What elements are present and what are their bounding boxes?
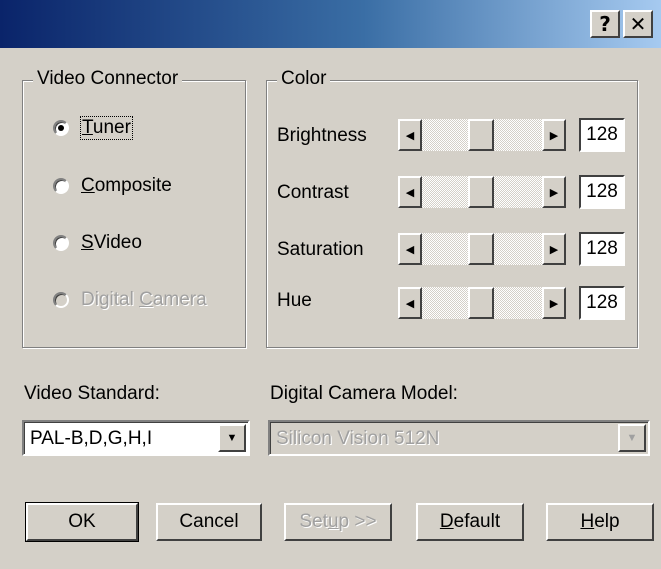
brightness-value[interactable]: 128 (579, 118, 625, 152)
chevron-down-icon: ▼ (626, 432, 638, 444)
contrast-slider[interactable]: ◀ ▶ (398, 176, 566, 208)
scroll-right-button[interactable]: ▶ (542, 176, 566, 208)
color-legend: Color (277, 68, 331, 90)
scroll-left-button[interactable]: ◀ (398, 119, 422, 151)
slider-thumb[interactable] (468, 176, 494, 208)
cancel-button[interactable]: Cancel (156, 503, 262, 541)
camera-model-value: Silicon Vision 512N (276, 428, 440, 449)
video-connector-group: Video Connector Tuner Composite SVideo D… (22, 68, 246, 348)
video-connector-legend: Video Connector (33, 68, 183, 90)
close-title-button[interactable]: ✕ (623, 10, 653, 38)
contrast-label: Contrast (277, 182, 349, 203)
slider-thumb[interactable] (468, 233, 494, 265)
ok-label: OK (68, 511, 96, 532)
ok-button[interactable]: OK (25, 502, 139, 542)
dropdown-button[interactable]: ▼ (218, 424, 246, 452)
radio-button-icon[interactable] (53, 178, 69, 194)
triangle-right-icon: ▶ (549, 297, 559, 310)
triangle-right-icon: ▶ (549, 129, 559, 142)
question-icon: ? (599, 12, 611, 36)
radio-tuner-label: Tuner (80, 116, 133, 140)
default-button[interactable]: Default (416, 503, 524, 541)
radio-svideo-label: SVideo (81, 232, 142, 253)
scroll-left-button[interactable]: ◀ (398, 176, 422, 208)
scroll-right-button[interactable]: ▶ (542, 233, 566, 265)
close-icon: ✕ (629, 12, 647, 36)
radio-tuner[interactable]: Tuner (53, 116, 133, 140)
radio-button-icon[interactable] (53, 120, 69, 136)
help-button[interactable]: Help (546, 503, 654, 541)
chevron-down-icon: ▼ (226, 432, 238, 444)
scroll-right-button[interactable]: ▶ (542, 287, 566, 319)
triangle-left-icon: ◀ (405, 186, 415, 199)
slider-thumb[interactable] (468, 287, 494, 319)
radio-digital-camera-label: Digital Camera (81, 289, 207, 310)
brightness-label: Brightness (277, 125, 367, 146)
radio-button-icon (53, 292, 69, 308)
radio-digital-camera: Digital Camera (53, 289, 207, 311)
radio-button-icon[interactable] (53, 235, 69, 251)
title-bar: ? ✕ (0, 0, 661, 48)
contrast-value[interactable]: 128 (579, 175, 625, 209)
setup-label: Setup >> (299, 511, 377, 532)
radio-svideo[interactable]: SVideo (53, 232, 142, 254)
video-standard-label: Video Standard: (24, 383, 160, 404)
help-label: Help (580, 511, 620, 532)
saturation-slider[interactable]: ◀ ▶ (398, 233, 566, 265)
video-standard-value: PAL-B,D,G,H,I (30, 428, 153, 449)
hue-label: Hue (277, 290, 312, 311)
scroll-left-button[interactable]: ◀ (398, 233, 422, 265)
triangle-left-icon: ◀ (405, 243, 415, 256)
scroll-right-button[interactable]: ▶ (542, 119, 566, 151)
cancel-label: Cancel (179, 511, 239, 532)
scroll-left-button[interactable]: ◀ (398, 287, 422, 319)
camera-model-select: Silicon Vision 512N ▼ (268, 420, 650, 456)
radio-composite[interactable]: Composite (53, 175, 172, 197)
camera-model-label: Digital Camera Model: (270, 383, 458, 404)
triangle-right-icon: ▶ (549, 186, 559, 199)
hue-value[interactable]: 128 (579, 286, 625, 320)
saturation-label: Saturation (277, 239, 364, 260)
help-title-button[interactable]: ? (590, 10, 620, 38)
slider-thumb[interactable] (468, 119, 494, 151)
video-standard-select[interactable]: PAL-B,D,G,H,I ▼ (22, 420, 250, 456)
saturation-value[interactable]: 128 (579, 232, 625, 266)
triangle-left-icon: ◀ (405, 129, 415, 142)
dropdown-button: ▼ (618, 424, 646, 452)
triangle-left-icon: ◀ (405, 297, 415, 310)
hue-slider[interactable]: ◀ ▶ (398, 287, 566, 319)
setup-button: Setup >> (284, 503, 392, 541)
default-label: Default (439, 511, 501, 532)
color-group: Color Brightness ◀ ▶ 128 Contrast ◀ ▶ 12… (266, 68, 638, 348)
brightness-slider[interactable]: ◀ ▶ (398, 119, 566, 151)
radio-composite-label: Composite (81, 175, 172, 196)
triangle-right-icon: ▶ (549, 243, 559, 256)
